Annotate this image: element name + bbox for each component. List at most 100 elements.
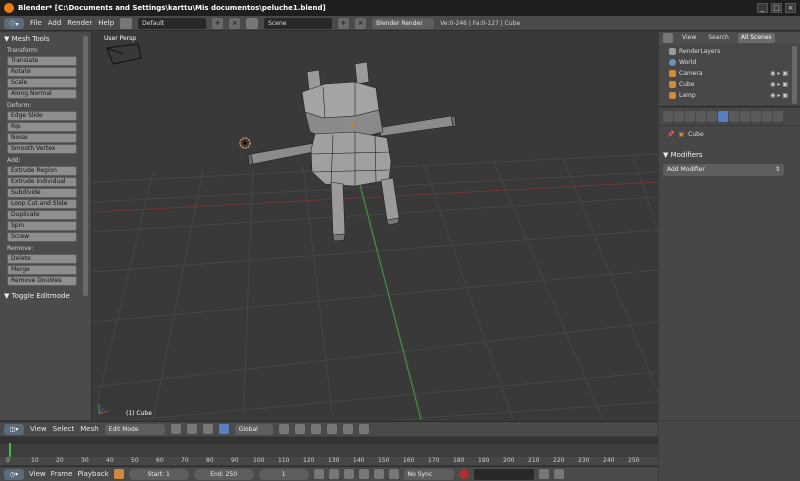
delete-button[interactable]: Delete xyxy=(7,254,77,264)
timeline-editor[interactable]: 0 10 20 30 40 50 60 70 80 90 100 110 120… xyxy=(0,437,658,465)
modifiers-panel-header[interactable]: ▼ Modifiers xyxy=(659,150,800,160)
prev-keyframe-icon[interactable] xyxy=(328,469,339,479)
outliner-row[interactable]: RenderLayers xyxy=(669,46,800,57)
play-reverse-icon[interactable] xyxy=(343,469,354,479)
cube-mesh[interactable] xyxy=(247,61,457,242)
screw-button[interactable]: Screw xyxy=(7,232,77,242)
outliner-search-menu[interactable]: Search xyxy=(705,33,732,43)
viewport-shading-icon[interactable] xyxy=(170,424,181,434)
screen-layout-icon[interactable] xyxy=(120,17,133,29)
extrude-individual-button[interactable]: Extrude Individual xyxy=(7,177,77,187)
end-frame-field[interactable]: End: 250 xyxy=(193,468,254,480)
screen-layout-field[interactable]: Default xyxy=(138,17,207,29)
mode-dropdown[interactable]: Edit Mode xyxy=(104,423,165,435)
transform-orientation-dropdown[interactable]: Global xyxy=(234,423,273,435)
translate-manipulator-icon[interactable] xyxy=(218,424,229,434)
spin-button[interactable]: Spin xyxy=(7,221,77,231)
maximize-button[interactable]: □ xyxy=(771,3,782,13)
timeline-menu-frame[interactable]: Frame xyxy=(51,470,73,478)
remove-scene-button[interactable]: × xyxy=(355,17,367,29)
menu-select[interactable]: Select xyxy=(53,425,75,433)
edge-select-icon[interactable] xyxy=(294,424,305,434)
mesh-tools-panel-header[interactable]: ▼ Mesh Tools xyxy=(4,34,87,44)
insert-keyframe-icon[interactable] xyxy=(538,469,549,479)
timeline-ruler[interactable]: 0 10 20 30 40 50 60 70 80 90 100 110 120… xyxy=(0,457,658,465)
timeline-editor-type-button[interactable]: ◷▾ xyxy=(4,468,24,480)
texture-tab-icon[interactable] xyxy=(751,111,761,122)
delete-keyframe-icon[interactable] xyxy=(553,469,564,479)
menu-help[interactable]: Help xyxy=(98,19,114,27)
scale-button[interactable]: Scale xyxy=(7,78,77,88)
play-icon[interactable] xyxy=(358,469,369,479)
outliner-display-mode[interactable]: All Scenes xyxy=(737,33,775,43)
pivot-point-icon[interactable] xyxy=(186,424,197,434)
snap-icon[interactable] xyxy=(342,424,353,434)
preview-range-icon[interactable] xyxy=(113,469,124,479)
particles-tab-icon[interactable] xyxy=(762,111,772,122)
pin-icon[interactable]: 📌 xyxy=(667,131,674,138)
scene-icon[interactable] xyxy=(246,17,259,29)
noise-button[interactable]: Noise xyxy=(7,133,77,143)
subdivide-button[interactable]: Subdivide xyxy=(7,188,77,198)
timeline-menu-playback[interactable]: Playback xyxy=(77,470,108,478)
face-select-icon[interactable] xyxy=(310,424,321,434)
world-tab-icon[interactable] xyxy=(685,111,695,122)
editor-type-button[interactable]: ⓘ▾ xyxy=(4,17,24,29)
proportional-edit-icon[interactable] xyxy=(326,424,337,434)
render-tab-icon[interactable] xyxy=(663,111,673,122)
next-keyframe-icon[interactable] xyxy=(373,469,384,479)
visibility-toggles[interactable]: ◉▸▣ xyxy=(770,92,790,99)
3d-viewport[interactable]: User Persp (1) Cube xyxy=(93,32,658,420)
visibility-toggles[interactable]: ◉▸▣ xyxy=(770,81,790,88)
camera-object[interactable] xyxy=(106,43,142,65)
viewport-canvas[interactable] xyxy=(93,32,658,420)
rip-button[interactable]: Rip xyxy=(7,122,77,132)
menu-add[interactable]: Add xyxy=(48,19,62,27)
outliner-row[interactable]: World xyxy=(669,57,800,68)
timeline-scrollbar[interactable] xyxy=(0,437,658,444)
extrude-region-button[interactable]: Extrude Region xyxy=(7,166,77,176)
outliner-row[interactable]: Lamp ◉▸▣ xyxy=(669,90,800,101)
menu-render[interactable]: Render xyxy=(67,19,92,27)
3d-view-editor-type-button[interactable]: ◫▾ xyxy=(4,423,24,435)
minimize-button[interactable]: _ xyxy=(757,3,768,13)
add-modifier-dropdown[interactable]: Add Modifier ⇕ xyxy=(663,164,784,176)
toggle-editmode-panel-header[interactable]: ▼ Toggle Editmode xyxy=(4,291,87,301)
vertex-select-icon[interactable] xyxy=(278,424,289,434)
translate-button[interactable]: Translate xyxy=(7,56,77,66)
jump-start-icon[interactable] xyxy=(313,469,324,479)
duplicate-button[interactable]: Duplicate xyxy=(7,210,77,220)
outliner-row[interactable]: Camera ◉▸▣ xyxy=(669,68,800,79)
manipulator-icon[interactable] xyxy=(202,424,213,434)
sync-mode-dropdown[interactable]: No Sync xyxy=(403,468,454,480)
loop-cut-button[interactable]: Loop Cut and Slide xyxy=(7,199,77,209)
data-tab-icon[interactable] xyxy=(729,111,739,122)
lamp-object[interactable] xyxy=(239,137,251,149)
menu-file[interactable]: File xyxy=(30,19,42,27)
menu-mesh[interactable]: Mesh xyxy=(80,425,98,433)
current-frame-field[interactable]: 1 xyxy=(258,468,309,480)
visibility-toggles[interactable]: ◉▸▣ xyxy=(770,70,790,77)
start-frame-field[interactable]: Start: 1 xyxy=(128,468,189,480)
smooth-vertex-button[interactable]: Smooth Vertex xyxy=(7,144,77,154)
outliner-editor-icon[interactable] xyxy=(663,33,673,43)
material-tab-icon[interactable] xyxy=(740,111,750,122)
scene-field[interactable]: Scene xyxy=(264,17,333,29)
edge-slide-button[interactable]: Edge Slide xyxy=(7,111,77,121)
rotate-button[interactable]: Rotate xyxy=(7,67,77,77)
along-normal-button[interactable]: Along Normal xyxy=(7,89,77,99)
keying-set-field[interactable] xyxy=(473,468,534,480)
object-tab-icon[interactable] xyxy=(696,111,706,122)
remove-doubles-button[interactable]: Remove Doubles xyxy=(7,276,77,286)
constraints-tab-icon[interactable] xyxy=(707,111,717,122)
outliner-scrollbar[interactable] xyxy=(792,46,797,104)
record-icon[interactable] xyxy=(458,469,469,479)
timeline-menu-view[interactable]: View xyxy=(29,470,46,478)
render-preview-icon[interactable] xyxy=(358,424,369,434)
scene-tab-icon[interactable] xyxy=(674,111,684,122)
render-engine-dropdown[interactable]: Blender Render xyxy=(372,17,435,29)
remove-screen-button[interactable]: × xyxy=(229,17,241,29)
add-screen-button[interactable]: + xyxy=(212,17,224,29)
jump-end-icon[interactable] xyxy=(388,469,399,479)
outliner-view-menu[interactable]: View xyxy=(679,33,699,43)
